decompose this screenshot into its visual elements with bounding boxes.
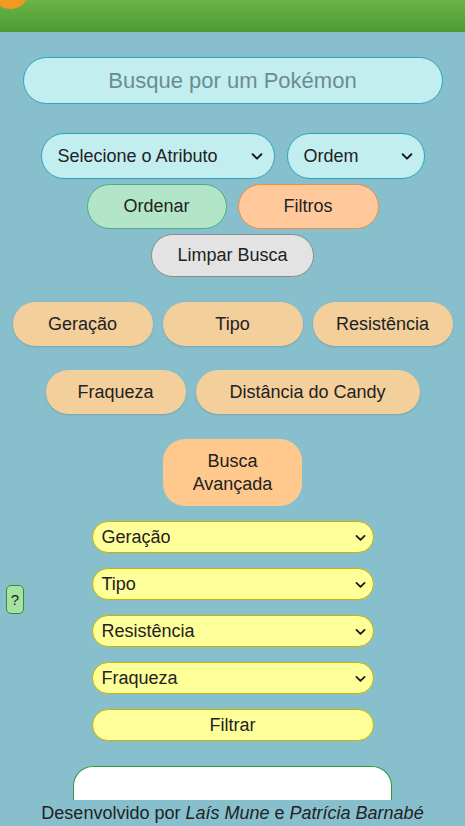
filters-button[interactable]: Filtros [238, 184, 379, 229]
page: Selecione o Atributo Ordem OrdenarFiltros L… [0, 0, 465, 826]
help-button[interactable]: ? [6, 585, 24, 614]
chevron-down-icon [400, 149, 414, 163]
pokeball-icon [0, 0, 30, 10]
sort-button[interactable]: Ordenar [87, 184, 227, 229]
filter-chip[interactable]: Fraqueza [46, 370, 186, 414]
advanced-select[interactable]: Resistência [92, 615, 374, 647]
chevron-down-icon [354, 625, 367, 638]
result-card [73, 766, 392, 800]
filter-chip[interactable]: Distância do Candy [196, 370, 420, 414]
advanced-select[interactable]: Tipo [92, 568, 374, 600]
attribute-select[interactable]: Selecione o Atributo [41, 133, 275, 179]
search-input[interactable] [23, 57, 443, 104]
order-select[interactable]: Ordem [287, 133, 425, 179]
filter-chip[interactable]: Resistência [313, 302, 453, 346]
grass-banner [0, 0, 465, 32]
filter-chips: GeraçãoTipoResistência FraquezaDistância … [10, 302, 455, 414]
clear-button[interactable]: Limpar Busca [151, 234, 314, 277]
chevron-down-icon [354, 578, 367, 591]
apply-filter-button[interactable]: Filtrar [92, 709, 374, 741]
advanced-search-button[interactable]: Busca Avançada [163, 439, 302, 506]
chevron-down-icon [354, 531, 367, 544]
filter-chip[interactable]: Geração [13, 302, 153, 346]
advanced-select[interactable]: Fraqueza [92, 662, 374, 694]
chevron-down-icon [354, 672, 367, 685]
advanced-select[interactable]: Geração [92, 521, 374, 553]
footer: Desenvolvido por Laís Mune e Patrícia Ba… [0, 800, 465, 826]
sort-row: Selecione o Atributo Ordem [41, 133, 425, 179]
filter-chip[interactable]: Tipo [163, 302, 303, 346]
advanced-filters: Geração Tipo Resistência Fraqueza Filtrar [92, 521, 374, 741]
action-row: OrdenarFiltros [87, 184, 379, 229]
chevron-down-icon [250, 149, 264, 163]
